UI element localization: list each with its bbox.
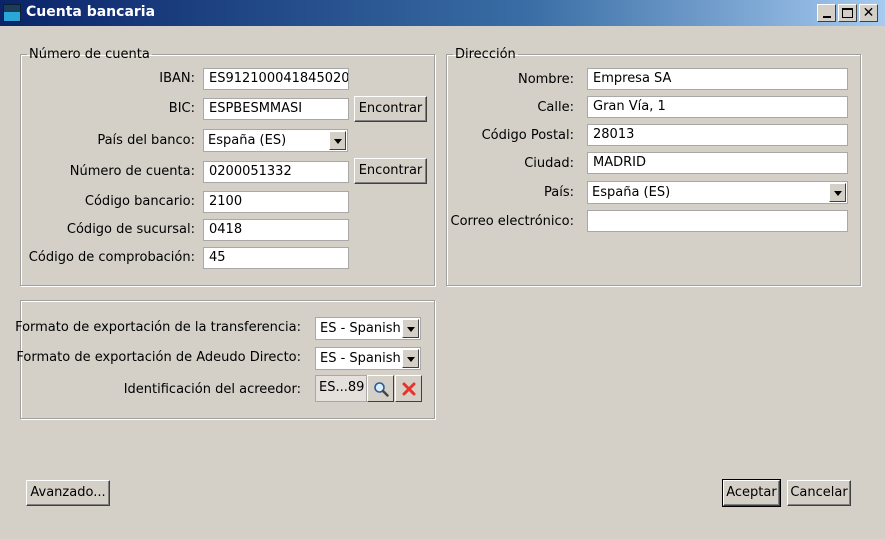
transfer-format-label: Formato de exportación de la transferenc…	[15, 320, 301, 335]
maximize-icon	[842, 8, 853, 18]
check-code-label: Código de comprobación:	[28, 250, 195, 265]
close-button[interactable]: ✕	[859, 4, 878, 22]
direct-debit-format-select[interactable]: ES - Spanish	[315, 347, 421, 370]
account-number-field[interactable]: 0200051332	[203, 161, 349, 183]
chevron-down-icon[interactable]	[402, 319, 419, 338]
bic-field[interactable]: ESPBESMMASI	[203, 98, 349, 120]
cancel-button[interactable]: Cancelar	[787, 480, 851, 506]
iban-label: IBAN:	[159, 71, 195, 86]
account-legend: Número de cuenta	[29, 47, 150, 62]
bank-code-field[interactable]: 2100	[203, 191, 349, 213]
find-account-button[interactable]: Encontrar	[354, 158, 427, 184]
city-label: Ciudad:	[524, 156, 574, 171]
city-field[interactable]: MADRID	[587, 152, 848, 174]
chevron-down-icon[interactable]	[402, 349, 419, 368]
postal-code-field[interactable]: 28013	[587, 124, 848, 146]
find-bic-button[interactable]: Encontrar	[354, 96, 427, 122]
country-select[interactable]: España (ES)	[587, 181, 848, 204]
account-number-label: Número de cuenta:	[69, 164, 195, 179]
bank-country-label: País del banco:	[97, 133, 195, 148]
bank-code-label: Código bancario:	[84, 194, 195, 209]
email-label: Correo electrónico:	[450, 214, 575, 229]
title-bar[interactable]: Cuenta bancaria ✕	[0, 0, 885, 26]
minimize-button[interactable]	[817, 4, 836, 22]
street-label: Calle:	[537, 100, 574, 115]
accept-button[interactable]: Aceptar	[722, 479, 781, 507]
bic-label: BIC:	[168, 101, 195, 116]
delete-icon	[402, 382, 415, 395]
creditor-id-label: Identificación del acreedor:	[123, 382, 301, 397]
app-icon	[3, 4, 21, 22]
name-field[interactable]: Empresa SA	[587, 68, 848, 90]
check-code-field[interactable]: 45	[203, 247, 349, 269]
chevron-down-icon[interactable]	[329, 131, 346, 150]
branch-code-field[interactable]: 0418	[203, 219, 349, 241]
maximize-button[interactable]	[838, 4, 857, 22]
search-creditor-button[interactable]	[367, 375, 394, 402]
email-field[interactable]	[587, 210, 848, 232]
search-icon	[373, 381, 389, 397]
transfer-format-value: ES - Spanish	[320, 321, 401, 336]
chevron-down-icon[interactable]	[829, 183, 846, 202]
window-title: Cuenta bancaria	[26, 4, 156, 20]
branch-code-label: Código de sucursal:	[66, 222, 195, 237]
bank-country-value: España (ES)	[208, 133, 287, 148]
country-label: País:	[544, 185, 574, 200]
close-icon: ✕	[862, 5, 875, 21]
postal-code-label: Código Postal:	[481, 128, 574, 143]
name-label: Nombre:	[517, 72, 574, 87]
transfer-format-select[interactable]: ES - Spanish	[315, 317, 421, 340]
creditor-id-field: ES...89	[315, 375, 367, 402]
clear-creditor-button[interactable]	[395, 375, 422, 402]
street-field[interactable]: Gran Vía, 1	[587, 96, 848, 118]
direct-debit-format-label: Formato de exportación de Adeudo Directo…	[16, 350, 301, 365]
address-legend: Dirección	[455, 47, 516, 62]
direct-debit-format-value: ES - Spanish	[320, 351, 401, 366]
minimize-icon	[822, 16, 831, 18]
advanced-button[interactable]: Avanzado...	[26, 480, 110, 506]
country-value: España (ES)	[592, 185, 671, 200]
iban-field[interactable]: ES912100041845020	[203, 68, 349, 90]
bank-country-select[interactable]: España (ES)	[203, 129, 348, 152]
